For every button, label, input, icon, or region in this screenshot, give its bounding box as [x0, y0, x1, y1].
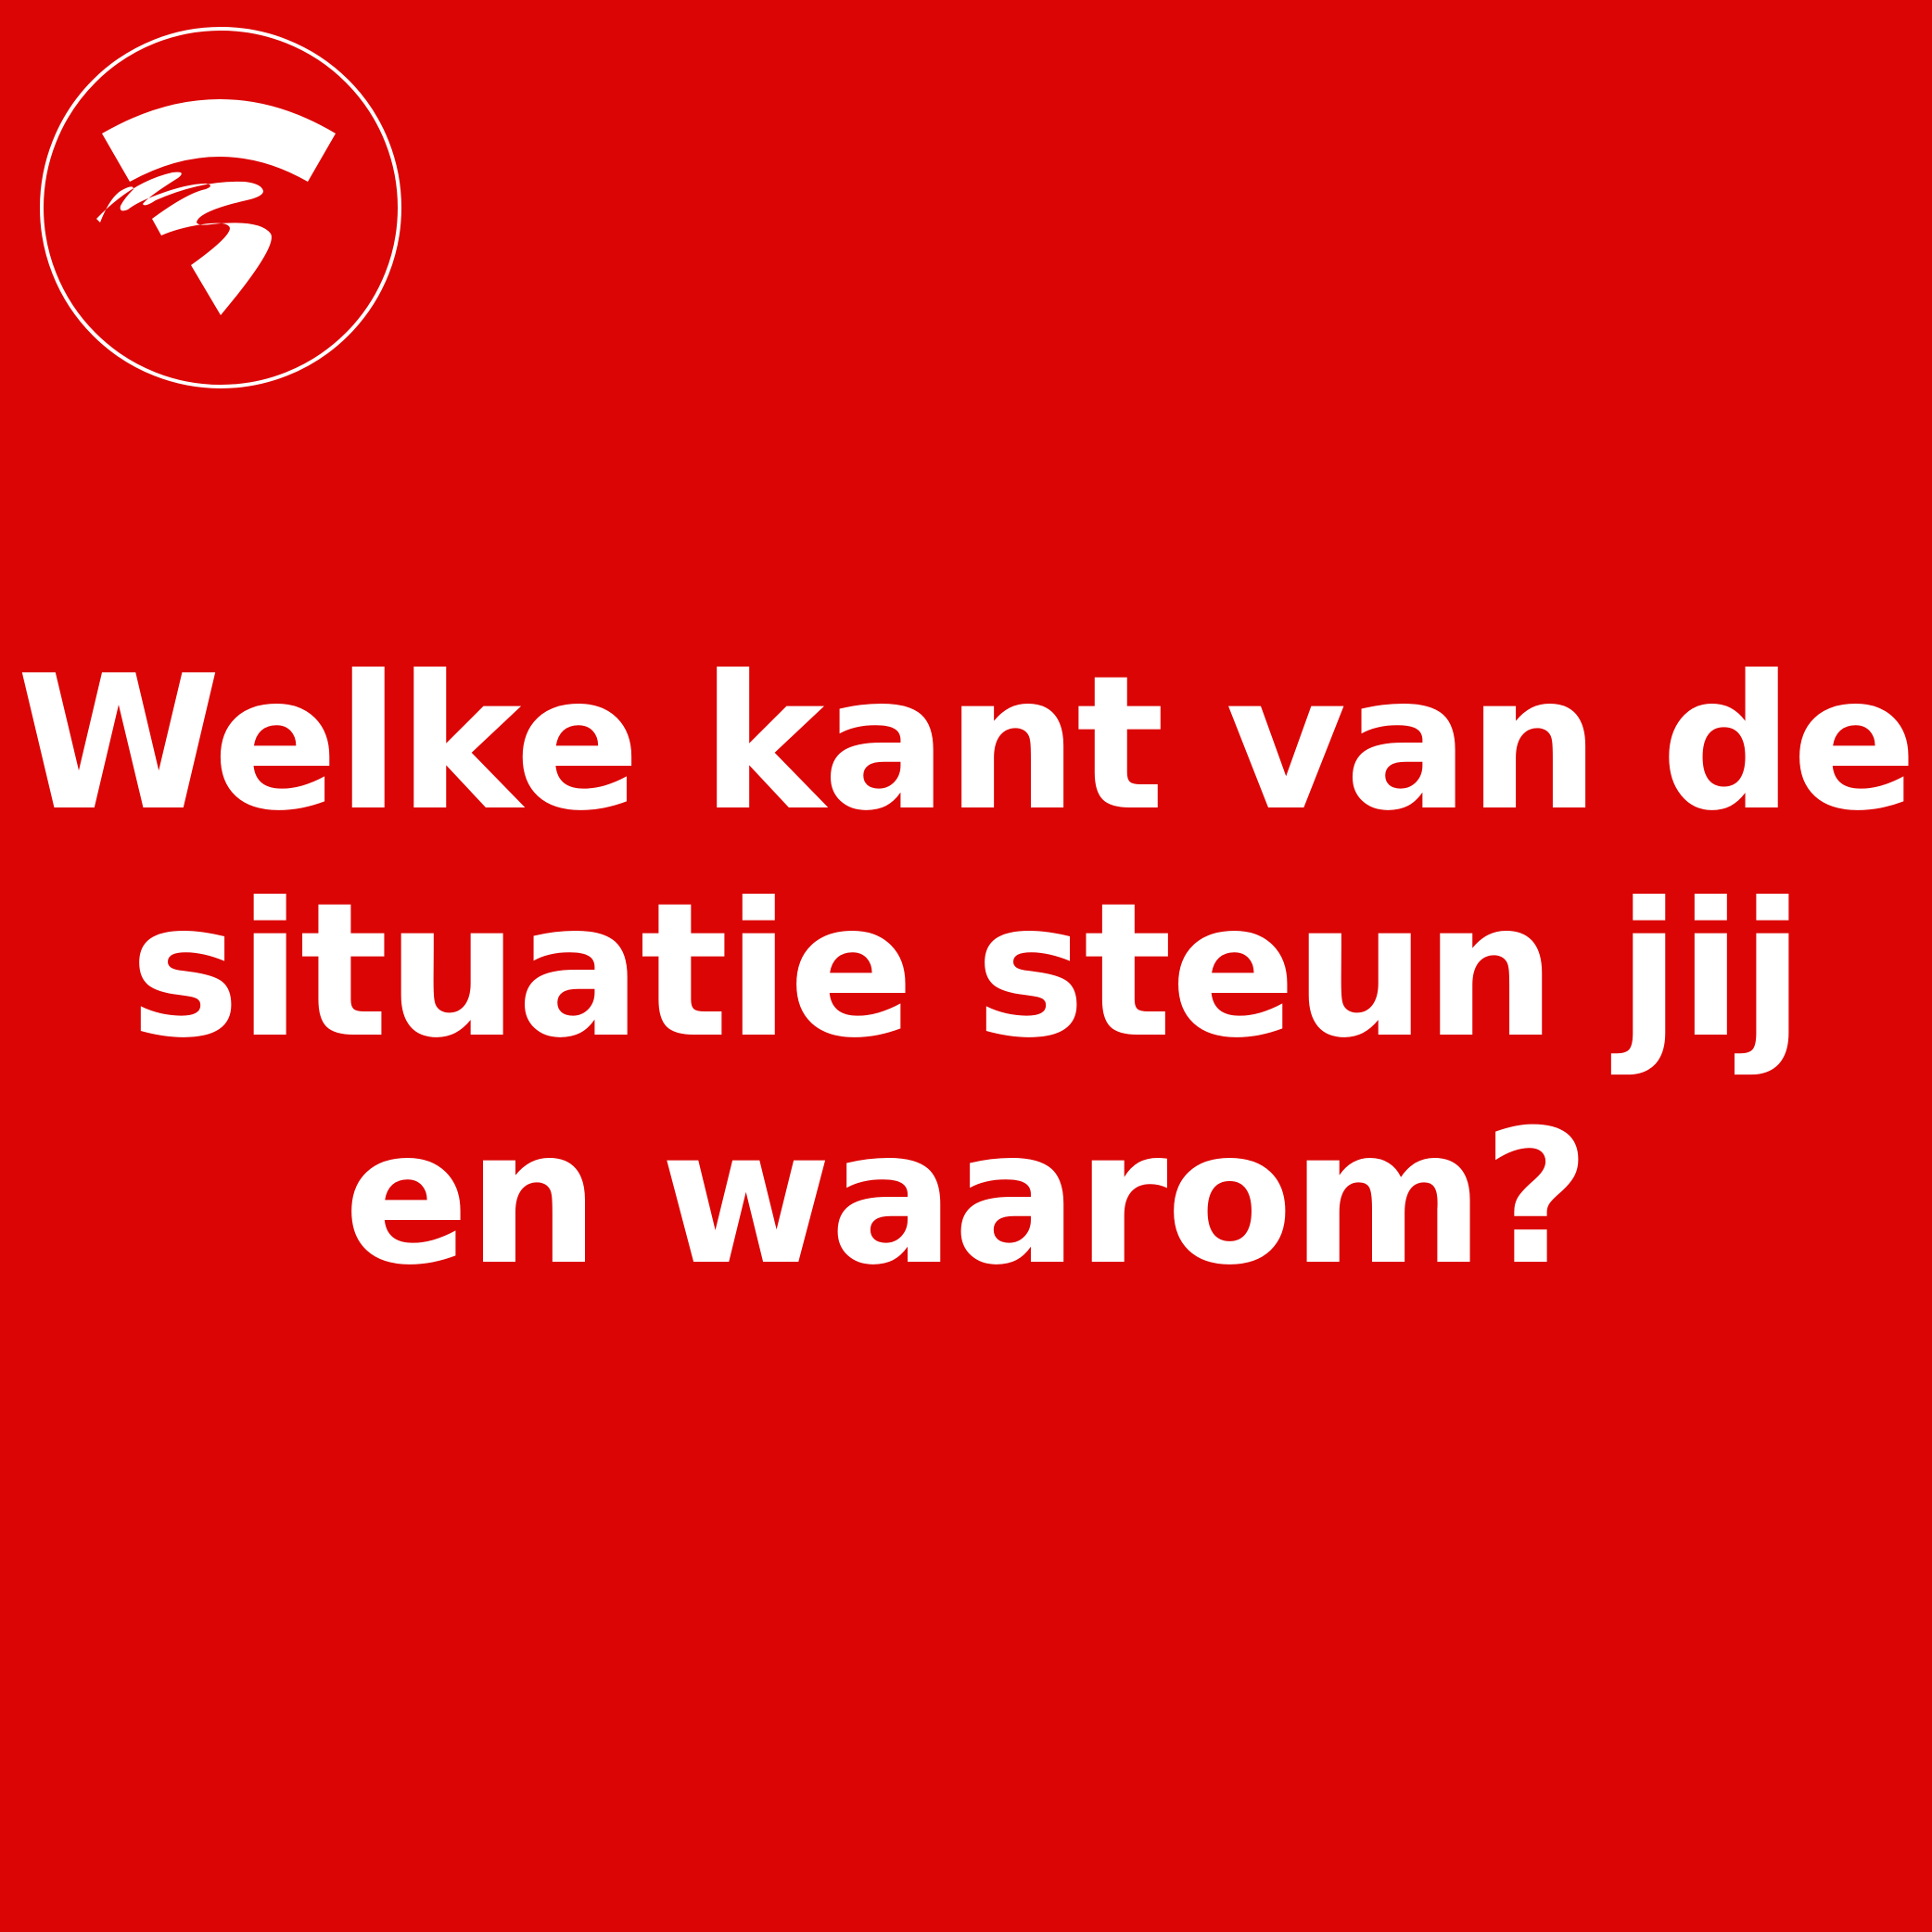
question-line-3: en waarom?	[343, 1090, 1591, 1306]
question-text: Welke kant van de situatie steun jij en …	[0, 630, 1932, 1312]
post-canvas: Welke kant van de situatie steun jij en …	[0, 0, 1932, 1932]
brand-logo-icon	[39, 26, 402, 389]
question-line-2: situatie steun jij	[129, 863, 1804, 1079]
question-line-1: Welke kant van de	[16, 636, 1917, 852]
